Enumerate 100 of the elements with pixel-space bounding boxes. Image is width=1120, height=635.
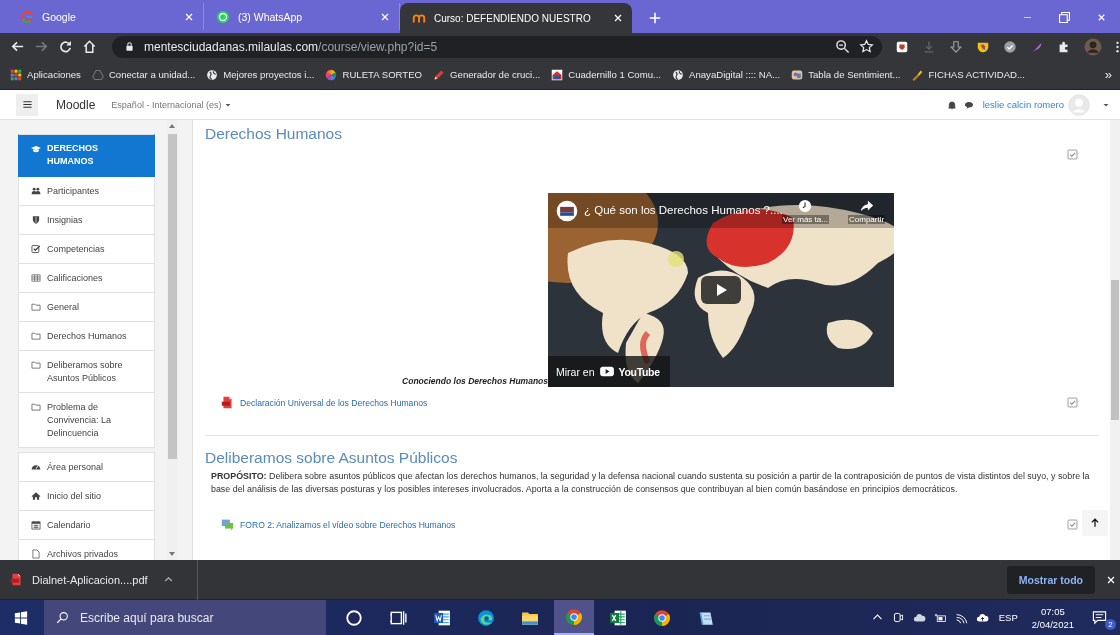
search-field[interactable]: Escribe aquí para buscar bbox=[44, 600, 326, 635]
task-view-icon bbox=[389, 608, 407, 627]
calendar-icon bbox=[31, 520, 41, 530]
keyboard-language[interactable]: ESP bbox=[998, 612, 1018, 623]
globe-icon bbox=[672, 68, 684, 81]
checkbox-icon[interactable] bbox=[1067, 519, 1078, 530]
bookmark[interactable]: Cuadernillo 1 Comu... bbox=[551, 68, 661, 81]
restore-icon[interactable] bbox=[1059, 12, 1070, 23]
checkbox-icon[interactable] bbox=[1067, 397, 1078, 408]
reload-icon[interactable] bbox=[58, 39, 73, 54]
browser-icon bbox=[565, 607, 583, 626]
star-icon[interactable] bbox=[859, 39, 874, 54]
extensions-icon[interactable] bbox=[1057, 39, 1071, 54]
camera-icon[interactable] bbox=[891, 611, 905, 624]
pdf-icon bbox=[221, 396, 234, 409]
address-bar[interactable]: mentesciudadanas.milaulas.com/course/view.php?id=5 bbox=[112, 35, 882, 58]
browser-tab[interactable]: Curso: DEFENDIENDO NUESTRO bbox=[400, 3, 632, 33]
drive-icon bbox=[91, 68, 104, 81]
bell-icon[interactable] bbox=[946, 99, 957, 110]
watch-later-button[interactable]: Ver más ta... bbox=[782, 199, 829, 224]
bookmark[interactable]: Conectar a unidad... bbox=[91, 68, 196, 81]
lock-icon bbox=[124, 41, 135, 52]
home-icon bbox=[31, 491, 41, 501]
chat-bubble-icon bbox=[216, 9, 230, 24]
sidebar-item[interactable]: Calificaciones bbox=[18, 264, 155, 293]
chat-icon[interactable] bbox=[963, 99, 974, 110]
notification-icon bbox=[1092, 610, 1107, 625]
watch-on-button[interactable]: Mirar en YouTube bbox=[548, 356, 670, 387]
home-icon[interactable] bbox=[82, 39, 97, 54]
menu-button[interactable] bbox=[16, 93, 38, 116]
graduation-cap-icon bbox=[31, 143, 41, 154]
wifi-icon[interactable] bbox=[954, 611, 968, 624]
back-to-top-button[interactable] bbox=[1082, 510, 1108, 536]
browser-icon bbox=[653, 608, 671, 627]
zoom-out-icon[interactable] bbox=[835, 39, 850, 54]
document-app-icon bbox=[433, 608, 451, 627]
battery-icon[interactable] bbox=[933, 611, 947, 624]
sidebar-item[interactable]: Participantes bbox=[18, 177, 155, 206]
channel-avatar-icon bbox=[556, 200, 578, 222]
bookmark[interactable]: Tabla de Sentimient... bbox=[791, 68, 901, 81]
bookmark[interactable]: AnayaDigital :::: NA... bbox=[672, 68, 781, 81]
color-wheel-icon bbox=[325, 68, 338, 81]
show-all-button[interactable]: Mostrar todo bbox=[1006, 565, 1095, 594]
new-tab-icon[interactable] bbox=[648, 11, 662, 25]
tab-title: (3) WhatsApp bbox=[238, 10, 304, 23]
sidebar-item[interactable]: DERECHOS HUMANOS bbox=[18, 134, 155, 177]
bookmark[interactable]: Mejores proyectos i... bbox=[206, 68, 315, 81]
more-bookmarks-button[interactable]: » bbox=[1104, 67, 1112, 82]
chat-bubbles-icon bbox=[221, 518, 234, 531]
download-item[interactable]: Dialnet-Aplicacion....pdf bbox=[0, 559, 198, 600]
user-name[interactable]: leslie calcin romero bbox=[982, 99, 1064, 110]
folder-icon bbox=[31, 331, 41, 341]
scrollbar[interactable] bbox=[1110, 120, 1120, 560]
sidebar-item[interactable]: Deliberamos sobre Asuntos Públicos bbox=[18, 351, 155, 393]
bookmark[interactable]: Generador de cruci... bbox=[433, 68, 541, 81]
pdf-icon bbox=[10, 573, 23, 586]
site-logo-icon bbox=[412, 11, 426, 25]
forward-icon[interactable] bbox=[34, 39, 49, 54]
browser-tab[interactable]: Google bbox=[8, 3, 204, 30]
sidebar-item[interactable]: Calendario bbox=[18, 511, 155, 540]
checkbox-icon[interactable] bbox=[1067, 149, 1078, 160]
sidebar-item[interactable]: Problema de Convivencia: La Delincuencia bbox=[18, 393, 155, 448]
checkbox-icon bbox=[31, 244, 41, 254]
clock-icon bbox=[798, 199, 813, 213]
shield-extension-icon[interactable] bbox=[895, 39, 909, 54]
check-circle-icon[interactable] bbox=[1003, 39, 1017, 54]
section-title: Derechos Humanos bbox=[205, 124, 343, 144]
clock-date[interactable]: 2/04/2021 bbox=[1031, 617, 1074, 631]
start-icon[interactable] bbox=[14, 610, 28, 625]
arrow-down-icon[interactable] bbox=[949, 39, 963, 54]
close-icon[interactable] bbox=[612, 12, 624, 24]
sidebar-item[interactable]: General bbox=[18, 293, 155, 322]
spreadsheet-app-icon bbox=[609, 608, 627, 627]
clock-time[interactable]: 07:05 bbox=[1040, 604, 1065, 618]
language-menu[interactable]: Español - Internacional (es) bbox=[111, 99, 233, 110]
site-name[interactable]: Moodle bbox=[56, 97, 96, 112]
sidebar-item[interactable]: Área personal bbox=[18, 452, 155, 482]
sidebar-item[interactable]: Archivos privados bbox=[18, 540, 155, 560]
url-text: mentesciudadanas.milaulas.com/course/view.php?id=5 bbox=[144, 39, 438, 54]
forum-link[interactable]: FORO 2: Analizamos el vídeo sobre Derechos Humanos bbox=[221, 518, 456, 531]
cloud-icon[interactable] bbox=[912, 611, 926, 624]
share-button[interactable]: Compartir bbox=[848, 199, 886, 224]
bookmark[interactable]: RULETA SORTEO bbox=[325, 68, 423, 81]
notification-button[interactable]: 2 bbox=[1092, 605, 1114, 630]
gauge-icon bbox=[31, 462, 41, 472]
circle-icon bbox=[345, 608, 363, 627]
bookmark[interactable]: FICHAS ACTIVIDAD... bbox=[911, 68, 1025, 81]
back-icon[interactable] bbox=[10, 39, 25, 54]
folder-icon bbox=[31, 302, 41, 312]
apps-grid-icon bbox=[10, 68, 22, 81]
bookmark[interactable]: Aplicaciones bbox=[10, 68, 81, 81]
sidebar-item[interactable]: Insignias bbox=[18, 206, 155, 235]
sidebar-item[interactable]: Inicio del sitio bbox=[18, 482, 155, 511]
sidebar-item[interactable]: Derechos Humanos bbox=[18, 322, 155, 351]
more-icon[interactable] bbox=[1115, 39, 1120, 54]
sidebar-item[interactable]: Competencias bbox=[18, 235, 155, 264]
resource-link[interactable]: Declaración Universal de los Derechos Humanos bbox=[221, 396, 428, 409]
thumbnail-icon bbox=[791, 68, 804, 81]
play-button[interactable] bbox=[701, 276, 741, 304]
cloud-upload-icon[interactable] bbox=[975, 611, 989, 624]
